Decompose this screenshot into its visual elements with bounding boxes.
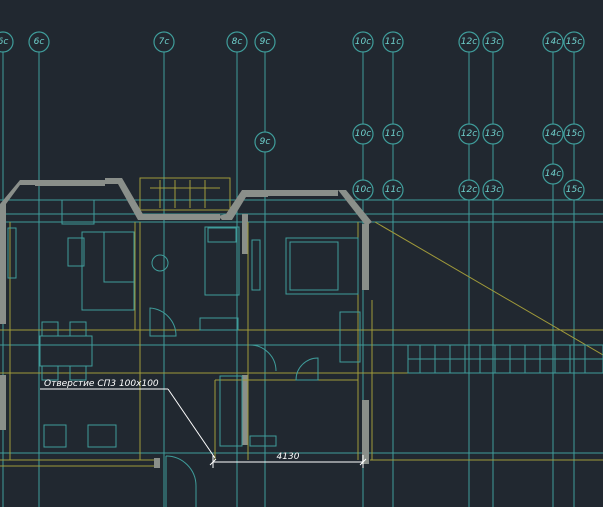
axis-label: 9c — [260, 37, 271, 47]
axis-bubble[interactable]: 13c — [482, 179, 504, 201]
armchair — [61, 199, 95, 225]
axis-label: 12c — [461, 37, 477, 47]
plant — [151, 254, 169, 272]
axis-label: 13c — [485, 37, 501, 47]
interior-layout — [7, 199, 373, 507]
axis-label: 13c — [485, 185, 501, 195]
door-swing-2 — [295, 357, 319, 381]
axis-label: 6c — [0, 37, 8, 47]
axis-label: 14c — [545, 129, 561, 139]
axis-label: 13c — [485, 129, 501, 139]
axis-bubble[interactable]: 6c — [0, 31, 14, 53]
axis-bubble[interactable]: 11c — [382, 31, 404, 53]
grid-bubbles-row-1: 6c 6c 7c 8c 9c 10c 11c 12c 13c 14c 15c — [0, 31, 585, 53]
axis-label: 12c — [461, 129, 477, 139]
axis-bubble[interactable]: 14c — [542, 31, 564, 53]
grid-bubbles-row-2: 9c — [254, 131, 276, 153]
door-swing-4 — [165, 455, 197, 507]
door-swing-3 — [249, 344, 277, 372]
axis-label: 15c — [566, 129, 582, 139]
axis-bubble[interactable]: 9c — [254, 131, 276, 153]
axis-bubble[interactable]: 13c — [482, 123, 504, 145]
grid-bubbles-row-3: 10c 11c 12c 13c 14c 15c — [352, 123, 585, 145]
dining-table — [39, 335, 93, 367]
axis-bubble[interactable]: 15c — [563, 179, 585, 201]
axis-label: 6c — [34, 37, 45, 47]
bed-2 — [285, 237, 359, 295]
axis-bubble[interactable]: 14c — [542, 123, 564, 145]
axis-label: 15c — [566, 37, 582, 47]
axis-label: 14c — [545, 37, 561, 47]
axis-bubble[interactable]: 14c — [542, 163, 564, 185]
axis-label: 15c — [566, 185, 582, 195]
axis-bubble[interactable]: 11c — [382, 179, 404, 201]
axis-bubble[interactable]: 6c — [28, 31, 50, 53]
axis-bubble[interactable]: 9c — [254, 31, 276, 53]
axis-label: 8c — [232, 37, 243, 47]
horizontal-lines — [0, 199, 603, 467]
axis-label: 10c — [355, 129, 371, 139]
axis-bubble[interactable]: 10c — [352, 179, 374, 201]
axis-bubble[interactable]: 15c — [563, 123, 585, 145]
axis-bubble[interactable]: 10c — [352, 123, 374, 145]
axis-label: 11c — [385, 37, 401, 47]
axis-label: 9c — [260, 137, 271, 147]
axis-bubble[interactable]: 12c — [458, 123, 480, 145]
opening-label: Отверстие СП3 100х100 — [44, 379, 159, 389]
axis-bubble[interactable]: 15c — [563, 31, 585, 53]
axis-bubble[interactable]: 11c — [382, 123, 404, 145]
axis-label: 10c — [355, 185, 371, 195]
axis-bubble[interactable]: 12c — [458, 179, 480, 201]
leader-line — [167, 388, 216, 459]
grid-bubbles-row-4: 14c — [542, 163, 564, 185]
axis-bubble[interactable]: 8c — [226, 31, 248, 53]
dimension[interactable]: 4130 — [209, 452, 367, 468]
sofa — [81, 231, 135, 311]
axis-label: 14c — [545, 169, 561, 179]
axis-label: 7c — [159, 37, 170, 47]
bed-1 — [204, 226, 240, 296]
axis-label: 11c — [385, 129, 401, 139]
door-swing-1 — [149, 307, 177, 337]
cad-drawing-canvas[interactable]: 6c 6c 7c 8c 9c 10c 11c 12c 13c 14c 15c 9… — [0, 0, 603, 507]
axis-label: 12c — [461, 185, 477, 195]
axis-label: 10c — [355, 37, 371, 47]
axis-bubble[interactable]: 12c — [458, 31, 480, 53]
grid-axes — [2, 52, 575, 507]
dimension-value: 4130 — [277, 452, 300, 462]
axis-label: 11c — [385, 185, 401, 195]
axis-bubble[interactable]: 10c — [352, 31, 374, 53]
axis-bubble[interactable]: 7c — [153, 31, 175, 53]
axis-bubble[interactable]: 13c — [482, 31, 504, 53]
